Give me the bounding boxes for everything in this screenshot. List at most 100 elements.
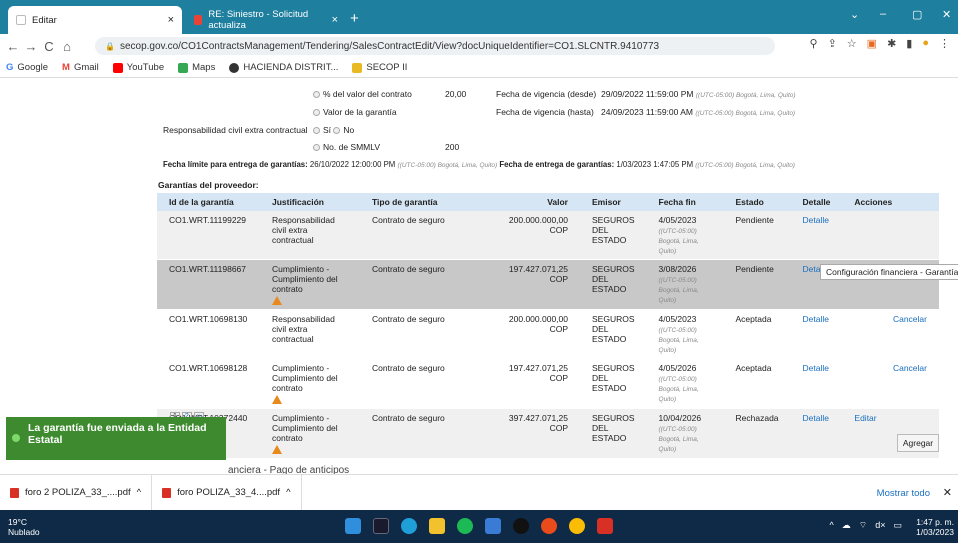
vigencia-hasta-label: Fecha de vigencia (hasta) (496, 107, 594, 117)
cell-id: CO1.WRT.11199229 (157, 211, 260, 260)
google-icon: G (6, 62, 14, 73)
detalle-link[interactable]: Detalle (790, 211, 843, 260)
spotify-icon[interactable] (457, 518, 473, 534)
bookmark-label: Google (17, 62, 49, 73)
globe-icon (229, 62, 240, 73)
close-tab-icon[interactable]: × (168, 14, 174, 26)
download-item[interactable]: foro 2 POLIZA_33_....pdf ^ (0, 474, 153, 511)
clock[interactable]: 1:47 p. m. 1/03/2023 (916, 517, 954, 537)
radio-no-icon[interactable] (333, 127, 341, 135)
chevron-up-icon[interactable]: ^ (830, 520, 834, 531)
success-toast[interactable]: La garantía fue enviada a la Entidad Est… (6, 417, 226, 460)
radio-si-label: Sí (323, 125, 332, 135)
radio-icon (313, 91, 320, 99)
radio-icon (313, 109, 320, 117)
tab-editar[interactable]: Editar × (8, 6, 182, 34)
volume-icon[interactable]: d× (875, 520, 885, 531)
menu-icon[interactable]: ⋮ (939, 37, 950, 50)
home-button[interactable]: ⌂ (58, 39, 76, 54)
timezone: ((UTC-05:00) Bogotá, Lima, Quito) (658, 426, 699, 453)
new-tab-button[interactable]: + (350, 10, 359, 27)
tab-gmail[interactable]: RE: Siniestro - Solicitud actualiza × (186, 6, 346, 34)
forward-button[interactable]: → (22, 39, 40, 54)
detalle-link[interactable]: Detalle (790, 408, 843, 459)
time: 1:47 p. m. (916, 517, 954, 527)
bookmarks-bar: G Google M Gmail YouTube Maps HACIENDA DIS… (0, 58, 958, 78)
download-item[interactable]: foro POLIZA_33_4....pdf ^ (152, 474, 302, 511)
col-valor: Valor (480, 193, 580, 211)
acrobat-icon[interactable] (597, 518, 613, 534)
start-icon[interactable] (345, 518, 361, 534)
battery-icon[interactable]: ▭ (893, 520, 902, 531)
star-icon[interactable]: ☆ (847, 37, 857, 50)
profile-icon[interactable]: ● (922, 37, 929, 50)
timezone: ((UTC-05:00) Bogotá, Lima, Quito) (695, 162, 795, 169)
gmail-icon: M (62, 62, 70, 73)
radio-si-icon[interactable] (313, 127, 320, 135)
pct-valor-option[interactable]: % del valor del contrato (313, 89, 412, 99)
bookmark-youtube[interactable]: YouTube (112, 62, 164, 73)
opera-icon[interactable] (541, 518, 557, 534)
extension-icon[interactable]: ▣ (867, 37, 877, 50)
wifi-icon[interactable]: ⌔ (859, 520, 867, 531)
download-filename: foro 2 POLIZA_33_....pdf (25, 487, 131, 498)
cell-id: CO1.WRT.10698128 (157, 358, 260, 409)
cancelar-link[interactable]: Cancelar (842, 309, 939, 359)
warning-icon (272, 445, 282, 454)
chrome-icon[interactable] (569, 518, 585, 534)
valor-garantia-option[interactable]: Valor de la garantía (313, 107, 397, 117)
detalle-link[interactable]: Detalle (790, 358, 843, 409)
tab-search-icon[interactable]: ⌄ (850, 8, 859, 21)
bookmark-secop[interactable]: SECOP II (352, 62, 407, 73)
close-downloads-icon[interactable]: ✕ (943, 486, 952, 499)
chevron-up-icon[interactable]: ^ (286, 487, 290, 498)
onedrive-icon[interactable]: ☁ (842, 520, 851, 531)
app-icon[interactable] (513, 518, 529, 534)
cell-valor: 200.000.000,00 COP (480, 309, 580, 359)
reload-button[interactable]: C (40, 39, 58, 54)
youtube-icon (112, 62, 123, 73)
lock-icon: 🔒 (105, 41, 115, 51)
cell-acciones (842, 211, 939, 260)
search-icon[interactable] (373, 518, 389, 534)
cell-fecha: 3/08/2026 ((UTC-05:00) Bogotá, Lima, Qui… (646, 259, 724, 310)
edge-icon[interactable] (401, 518, 417, 534)
cell-fecha: 4/05/2023 ((UTC-05:00) Bogotá, Lima, Qui… (646, 309, 724, 359)
zoom-icon[interactable]: ⚲ (810, 37, 818, 50)
cell-valor: 197.427.071,25 COP (480, 259, 580, 310)
gmail-icon (194, 15, 203, 25)
file-explorer-icon[interactable] (429, 518, 445, 534)
detalle-link[interactable]: Detalle (790, 309, 843, 359)
maximize-button[interactable]: ▢ (912, 8, 922, 21)
chevron-up-icon[interactable]: ^ (137, 487, 141, 498)
bookmark-hacienda[interactable]: HACIENDA DISTRIT... (229, 62, 338, 73)
show-all-button[interactable]: Mostrar todo (877, 488, 930, 499)
bookmark-google[interactable]: G Google (6, 62, 48, 73)
back-button[interactable]: ← (4, 39, 22, 54)
messenger-icon[interactable] (485, 518, 501, 534)
minimize-button[interactable]: – (880, 8, 886, 20)
close-window-button[interactable]: ✕ (942, 8, 951, 21)
tab-label: RE: Siniestro - Solicitud actualiza (208, 9, 309, 31)
bookmark-gmail[interactable]: M Gmail (62, 62, 99, 73)
cell-valor: 197.427.071,25 COP (480, 358, 580, 409)
windows-taskbar: 19°C Nublado ^ ☁ ⌔ d× ▭ 1:47 p. m. 1/03/… (0, 510, 958, 543)
weather-widget[interactable]: 19°C Nublado (8, 517, 40, 537)
cancelar-link[interactable]: Cancelar (842, 358, 939, 409)
bookmark-label: SECOP II (366, 62, 408, 73)
url-field[interactable]: 🔒 secop.gov.co/CO1ContractsManagement/Te… (95, 37, 775, 55)
bookmark-label: HACIENDA DISTRIT... (243, 62, 339, 73)
fecha-value: 10/04/2026 (658, 413, 702, 423)
resp-civil-label: Responsabilidad civil extra contractual (163, 125, 308, 135)
puzzle-icon[interactable]: ✱ (887, 37, 896, 50)
date-value: 24/09/2023 11:59:00 AM (601, 107, 694, 117)
cell-id: CO1.WRT.11198667 (157, 259, 260, 310)
agregar-button[interactable]: Agregar (897, 434, 939, 452)
cell-tipo: Contrato de seguro (360, 408, 480, 459)
smmlv-option[interactable]: No. de SMMLV (313, 142, 380, 152)
section-label-cut[interactable]: anciera - Pago de anticipos (228, 465, 349, 474)
sidebar-icon[interactable]: ▮ (906, 37, 912, 50)
bookmark-maps[interactable]: Maps (178, 62, 215, 73)
share-icon[interactable]: ⇪ (828, 37, 837, 50)
close-tab-icon[interactable]: × (332, 14, 338, 26)
